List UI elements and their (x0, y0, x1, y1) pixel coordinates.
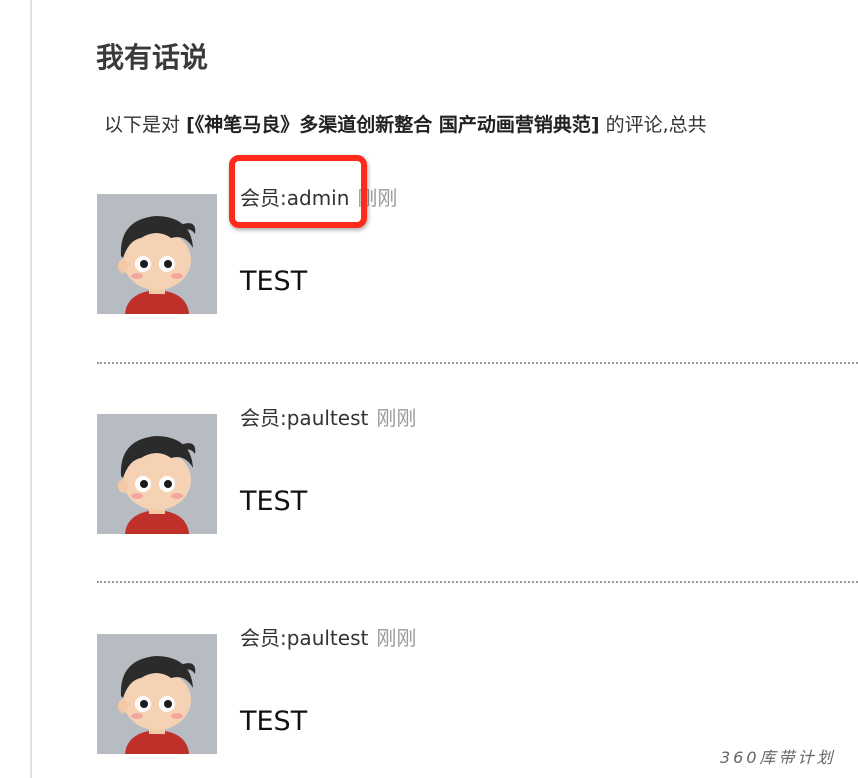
cartoon-boy-avatar-icon (97, 194, 217, 314)
intro-suffix: 的评论,总共 (605, 114, 707, 136)
section-heading: 我有话说 (96, 41, 209, 74)
intro-prefix: 以下是对 (104, 114, 181, 136)
comment-divider (97, 362, 858, 364)
comment-item: 会员:admin 刚刚 TEST (97, 186, 858, 364)
comment-body: TEST (240, 486, 308, 517)
comment-divider (97, 581, 858, 583)
avatar (97, 194, 217, 314)
comment-body: TEST (240, 266, 308, 297)
comment-time: 刚刚 (376, 406, 417, 430)
comment-meta: 会员:paultest 刚刚 (240, 402, 416, 431)
member-name[interactable]: 会员:paultest (240, 406, 368, 430)
cartoon-boy-avatar-icon (97, 634, 217, 754)
comment-page: 我有话说 以下是对 [《神笔马良》多渠道创新整合 国产动画营销典范] 的评论,总… (0, 0, 858, 778)
avatar (97, 414, 217, 534)
comment-body: TEST (240, 706, 308, 737)
comment-item: 会员:paultest 刚刚 TEST (97, 406, 858, 584)
member-name[interactable]: 会员:paultest (240, 626, 368, 650)
avatar (97, 634, 217, 754)
annotation-highlight-box (229, 155, 367, 228)
left-border (30, 0, 32, 778)
comment-intro: 以下是对 [《神笔马良》多渠道创新整合 国产动画营销典范] 的评论,总共 (104, 110, 707, 137)
comment-time: 刚刚 (376, 626, 417, 650)
article-title-link[interactable]: [《神笔马良》多渠道创新整合 国产动画营销典范] (186, 114, 599, 136)
cartoon-boy-avatar-icon (97, 414, 217, 534)
comment-meta: 会员:paultest 刚刚 (240, 622, 416, 651)
watermark-text: 360库带计划 (720, 748, 836, 767)
